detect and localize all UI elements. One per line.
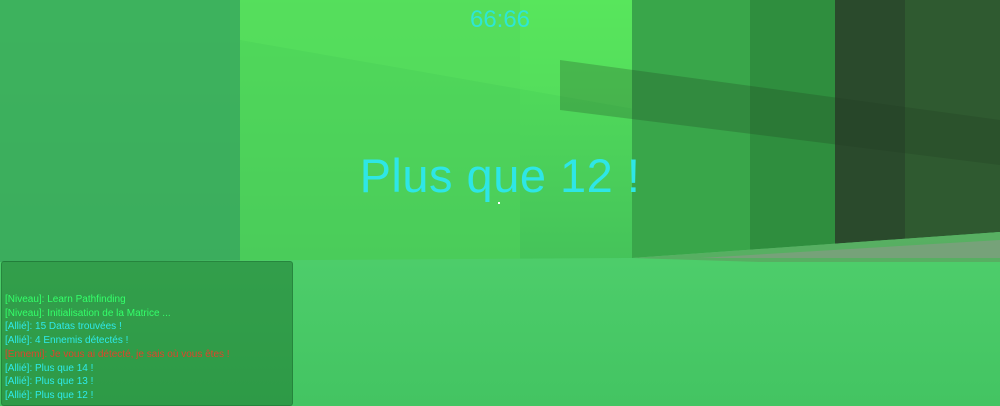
- log-line: [Allié]: Plus que 14 !: [5, 362, 94, 374]
- message-log[interactable]: [Niveau]: Learn Pathfinding [Niveau]: In…: [1, 261, 293, 406]
- log-line: [Niveau]: Initialisation de la Matrice .…: [5, 307, 171, 319]
- log-line: [Allié]: 15 Datas trouvées !: [5, 321, 122, 333]
- left-wall-panel: [0, 0, 240, 270]
- timer: 66:66: [469, 6, 531, 33]
- log-line: [Allié]: Plus que 12 !: [5, 389, 94, 401]
- log-line: [Allié]: 4 Ennemis détectés !: [5, 335, 129, 347]
- center-message: Plus que 12 !: [359, 149, 641, 202]
- crosshair: [498, 202, 500, 204]
- log-list: [Niveau]: Learn Pathfinding [Niveau]: In…: [5, 293, 230, 403]
- log-line: [Niveau]: Learn Pathfinding: [5, 294, 126, 305]
- log-line: [Allié]: Plus que 13 !: [5, 376, 94, 388]
- log-line: [Ennemi]: Je vous ai détecté, je sais où…: [5, 348, 230, 360]
